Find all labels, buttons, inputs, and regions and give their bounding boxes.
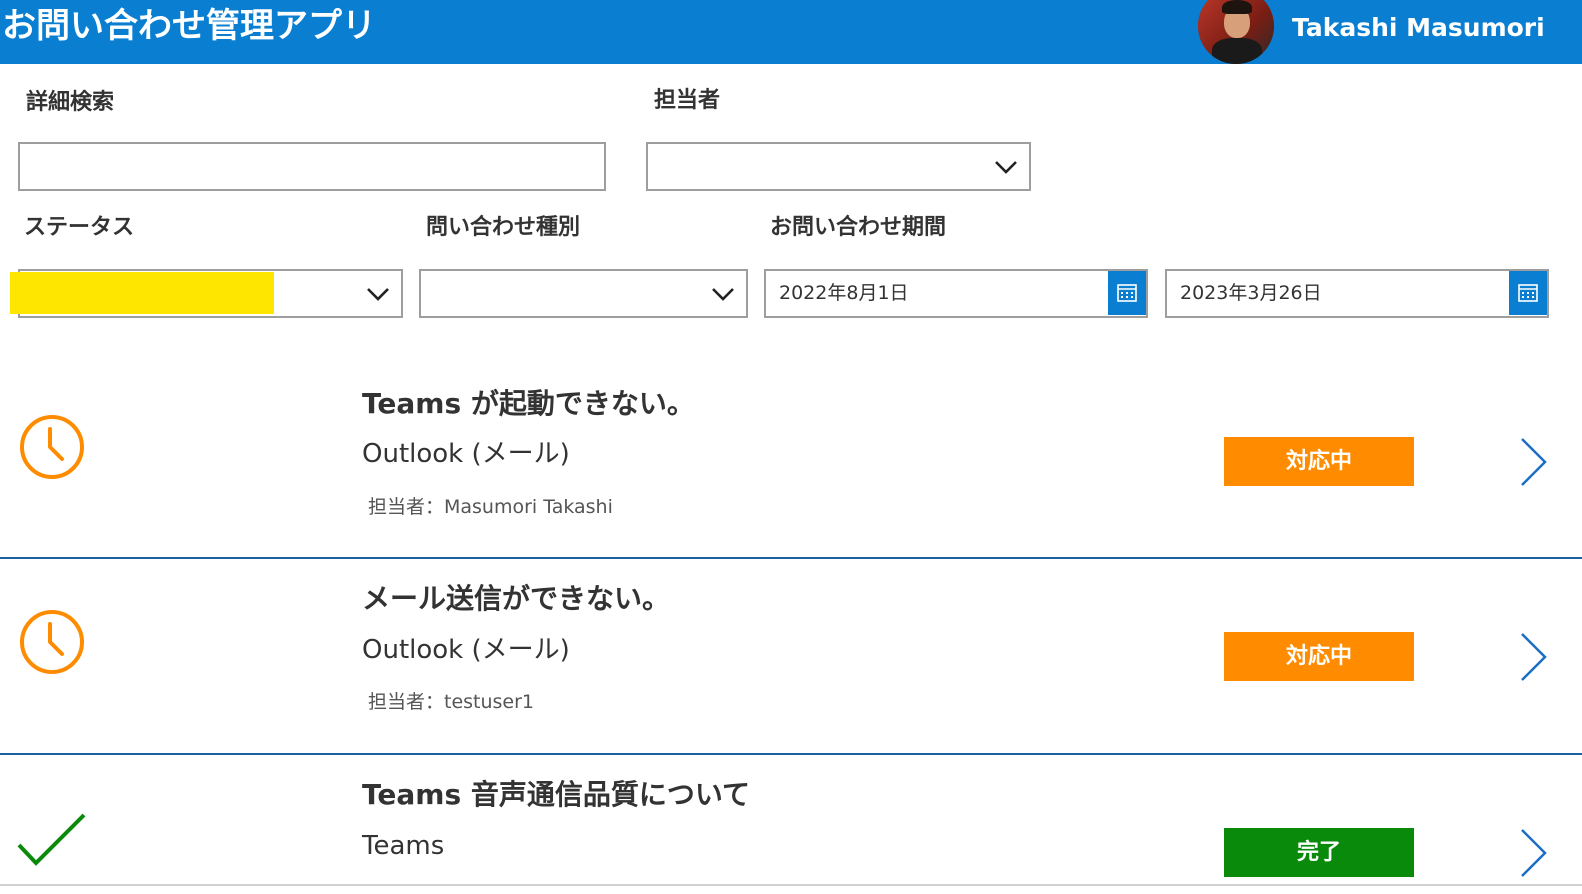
user-name: Takashi Masumori: [1292, 13, 1545, 42]
checkmark-icon: [17, 813, 86, 866]
item-category: Outlook (メール): [362, 635, 570, 665]
status-label: ステータス: [24, 215, 135, 240]
owner-dropdown[interactable]: [646, 142, 1031, 191]
date-to-picker[interactable]: 2023年3月26日: [1165, 269, 1549, 318]
date-from-picker[interactable]: 2022年8月1日: [764, 269, 1148, 318]
chevron-down-icon: [367, 288, 389, 301]
search-input[interactable]: [18, 142, 606, 191]
item-category: Outlook (メール): [362, 439, 570, 469]
item-owner: 担当者：testuser1: [368, 691, 535, 713]
chevron-right-icon[interactable]: [1516, 436, 1550, 488]
period-label: お問い合わせ期間: [770, 215, 947, 240]
list-divider: [0, 884, 1582, 886]
clock-icon: [20, 415, 84, 479]
chevron-right-icon[interactable]: [1516, 827, 1550, 879]
app-title: お問い合わせ管理アプリ: [2, 6, 376, 46]
date-from-value: 2022年8月1日: [779, 282, 909, 304]
user-avatar[interactable]: [1198, 0, 1274, 64]
highlight-marker: [10, 272, 274, 314]
list-divider: [0, 557, 1582, 559]
date-to-value: 2023年3月26日: [1180, 282, 1322, 304]
date-from-calendar-button[interactable]: [1108, 271, 1146, 315]
search-label: 詳細検索: [26, 90, 115, 115]
app-header: お問い合わせ管理アプリ Takashi Masumori: [0, 0, 1582, 64]
status-badge: 完了: [1224, 828, 1414, 877]
calendar-icon: [1117, 284, 1137, 302]
clock-icon: [20, 610, 84, 674]
chevron-right-icon[interactable]: [1516, 631, 1550, 683]
status-badge: 対応中: [1224, 632, 1414, 681]
item-title: Teams 音声通信品質について: [362, 778, 751, 811]
owner-label: 担当者: [654, 88, 721, 113]
category-dropdown[interactable]: [419, 269, 748, 318]
calendar-icon: [1518, 284, 1538, 302]
status-badge: 対応中: [1224, 437, 1414, 486]
date-to-calendar-button[interactable]: [1509, 271, 1547, 315]
item-category: Teams: [362, 831, 445, 861]
item-title: Teams が起動できない。: [362, 387, 695, 420]
item-owner: 担当者：Masumori Takashi: [368, 496, 613, 518]
chevron-down-icon: [995, 161, 1017, 174]
category-label: 問い合わせ種別: [426, 215, 581, 240]
chevron-down-icon: [712, 288, 734, 301]
item-title: メール送信ができない。: [362, 582, 671, 615]
list-divider: [0, 753, 1582, 755]
